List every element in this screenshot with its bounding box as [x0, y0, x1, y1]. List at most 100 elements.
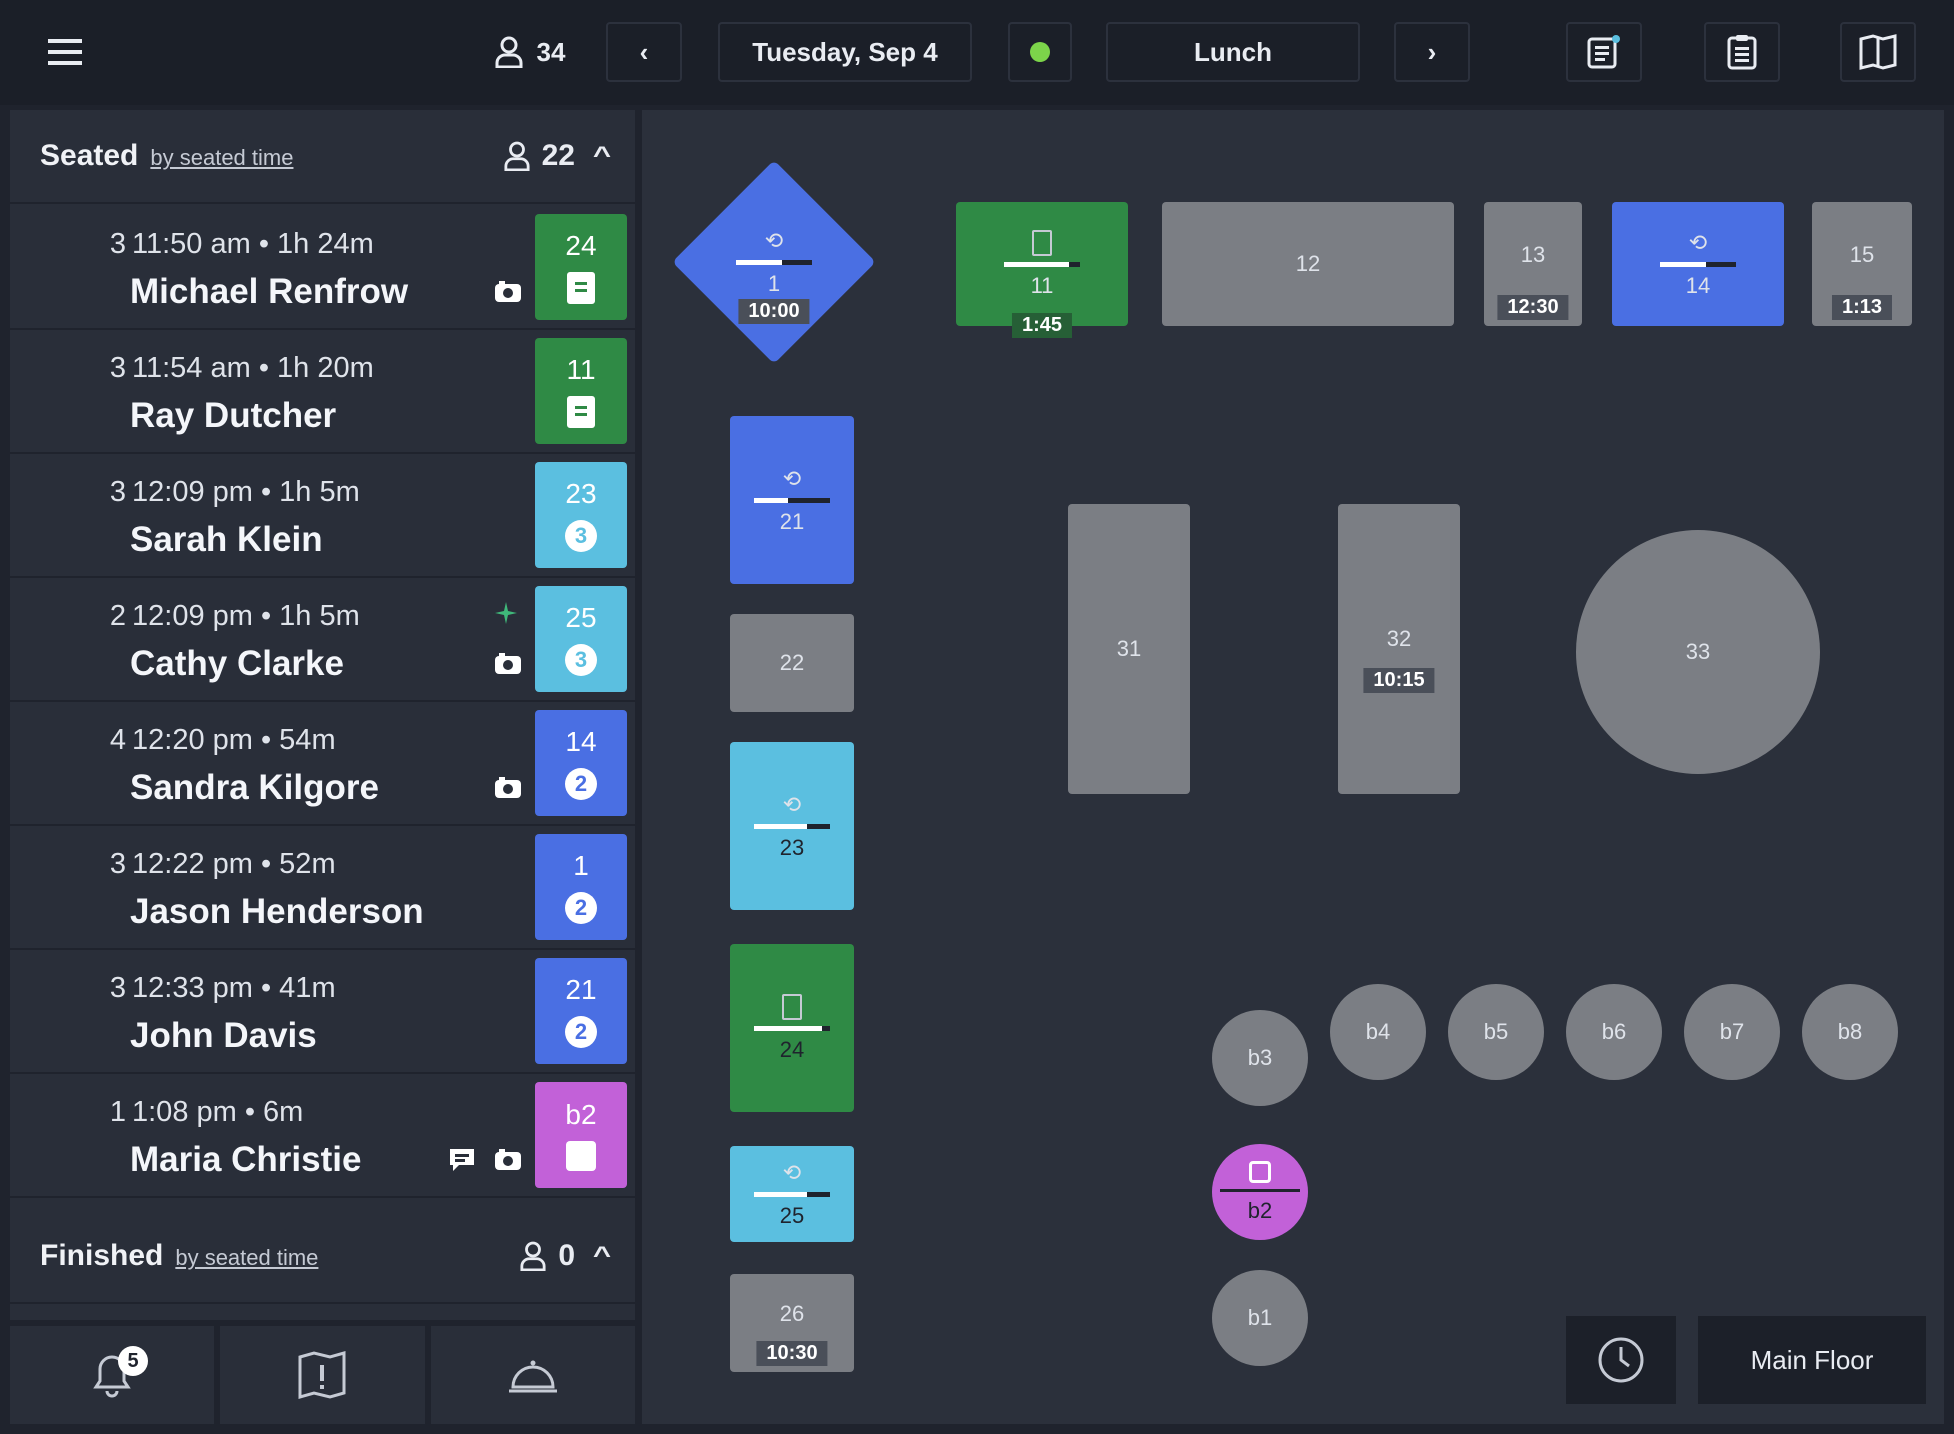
table-26[interactable]: 26 10:30 [730, 1274, 854, 1372]
party-size: 3 [109, 228, 126, 260]
service-bell-icon [508, 1360, 557, 1393]
seated-time: 12:09 pm • 1h 5m [132, 476, 360, 508]
prev-day-button[interactable]: ‹ [606, 22, 682, 82]
table-24[interactable]: 24 [730, 944, 854, 1112]
finished-title: Finished [40, 1239, 164, 1272]
next-day-button[interactable]: › [1394, 22, 1470, 82]
table-23[interactable]: ⟲ 23 [730, 742, 854, 910]
table-number: b5 [1483, 1019, 1509, 1044]
reservation-row[interactable]: 3 12:33 pm • 41m John Davis 21 2 [10, 950, 635, 1074]
finished-sort-link[interactable]: by seated time [175, 1245, 318, 1270]
chat-icon [447, 1146, 477, 1181]
chair-icon [1249, 1160, 1271, 1183]
table-number: 1 [573, 850, 589, 881]
table-b3[interactable]: b3 [1212, 1010, 1308, 1106]
table-b5[interactable]: b5 [1448, 984, 1544, 1080]
menu-icon[interactable] [40, 22, 90, 82]
clipboard-button[interactable] [1704, 22, 1780, 82]
reservation-row[interactable]: 4 12:20 pm • 54m Sandra Kilgore 14 2 [10, 702, 635, 826]
collapse-chevron-icon[interactable]: ^ [593, 142, 611, 170]
seated-title-wrap: Seated by seated time [40, 139, 293, 173]
table-tag[interactable]: 12 [535, 834, 627, 940]
seated-time: 12:33 pm • 41m [132, 972, 336, 1004]
table-21[interactable]: ⟲ 21 [730, 416, 854, 584]
course-badge: 2 [565, 1016, 597, 1048]
table-b6[interactable]: b6 [1566, 984, 1662, 1080]
table-number: 1 [767, 270, 781, 296]
course-badge: 3 [565, 520, 597, 552]
reservation-row[interactable]: 1 1:08 pm • 6m Maria Christie b2 [10, 1074, 635, 1198]
date-selector[interactable]: Tuesday, Sep 4 [718, 22, 972, 82]
book-button[interactable] [1840, 22, 1916, 82]
book-icon [1859, 34, 1897, 70]
party-size: 3 [109, 476, 126, 508]
table-32[interactable]: 32 10:15 [1338, 504, 1460, 794]
reservation-row[interactable]: 2 12:09 pm • 1h 5m Cathy Clarke 25 3 [10, 578, 635, 702]
table-tag[interactable]: 21 2 [535, 958, 627, 1064]
service-bell-button[interactable] [430, 1326, 635, 1424]
status-indicator[interactable] [1008, 22, 1072, 82]
table-number: b4 [1365, 1019, 1391, 1044]
table-number: 14 [565, 726, 597, 757]
reservation-row[interactable]: 3 12:09 pm • 1h 5m Sarah Klein 23 3 [10, 454, 635, 578]
reservation-row[interactable]: 3 12:22 pm • 52m Jason Henderson 1 2 [10, 826, 635, 950]
course-badge: 2 [565, 768, 597, 800]
seated-time: 12:22 pm • 52m [132, 848, 336, 880]
table-number: 14 [1685, 272, 1711, 298]
table-b1[interactable]: b1 [1212, 1270, 1308, 1366]
table-13[interactable]: 13 12:30 [1484, 202, 1582, 326]
table-25[interactable]: ⟲ 25 [730, 1146, 854, 1242]
date-label: Tuesday, Sep 4 [752, 36, 938, 67]
service-selector[interactable]: Lunch [1106, 22, 1360, 82]
camera-icon [493, 278, 523, 311]
progress-bar [754, 497, 830, 503]
seated-sort-link[interactable]: by seated time [150, 145, 293, 170]
floor-selector[interactable]: Main Floor [1698, 1316, 1926, 1404]
collapse-chevron-icon[interactable]: ^ [593, 1242, 611, 1270]
table-number: b7 [1719, 1019, 1745, 1044]
table-tag[interactable]: 14 2 [535, 710, 627, 816]
table-number: 21 [565, 974, 597, 1005]
guest-count-value: 34 [536, 36, 566, 67]
table-timer: 1:45 [1011, 313, 1073, 338]
table-14[interactable]: ⟲ 14 [1612, 202, 1784, 326]
table-tag[interactable]: 11 [535, 338, 627, 444]
table-tag[interactable]: 24 [535, 214, 627, 320]
party-size: 3 [109, 972, 126, 1004]
table-1-label: ⟲ 1 10:00 [702, 172, 846, 352]
table-tag[interactable]: 23 3 [535, 462, 627, 568]
finished-section-header[interactable]: Finished by seated time 0 ^ [10, 1210, 635, 1304]
table-b4[interactable]: b4 [1330, 984, 1426, 1080]
map-alert-icon [298, 1351, 346, 1399]
alerts-map-button[interactable] [220, 1326, 425, 1424]
clipboard-icon [1727, 35, 1757, 70]
guest-name: Maria Christie [130, 1140, 362, 1179]
table-tag[interactable]: b2 [535, 1082, 627, 1188]
notes-button[interactable] [1566, 22, 1642, 82]
table-b2[interactable]: b2 [1212, 1144, 1308, 1240]
reservation-row[interactable]: 3 11:50 am • 1h 24m Michael Renfrow 24 [10, 206, 635, 330]
table-tag[interactable]: 25 3 [535, 586, 627, 692]
finished-count-value: 0 [558, 1239, 575, 1272]
table-b8[interactable]: b8 [1802, 984, 1898, 1080]
seated-section-header[interactable]: Seated by seated time 22 ^ [10, 110, 635, 204]
seated-title: Seated [40, 139, 139, 172]
table-33[interactable]: 33 [1576, 530, 1820, 774]
course-icon: ⟲ [782, 465, 802, 491]
seated-time: 11:50 am • 1h 24m [132, 228, 374, 260]
finished-title-wrap: Finished by seated time [40, 1239, 318, 1273]
table-number: 26 [779, 1301, 805, 1326]
reservation-row[interactable]: 3 11:54 am • 1h 20m Ray Dutcher 11 [10, 330, 635, 454]
table-15[interactable]: 15 1:13 [1812, 202, 1912, 326]
table-11[interactable]: 11 1:45 [956, 202, 1128, 338]
table-22[interactable]: 22 [730, 614, 854, 712]
notifications-button[interactable]: 5 [10, 1326, 215, 1424]
table-b7[interactable]: b7 [1684, 984, 1780, 1080]
table-number: b8 [1837, 1019, 1863, 1044]
person-icon [520, 1241, 546, 1271]
table-number: 12 [1295, 251, 1321, 276]
timeline-button[interactable] [1566, 1316, 1676, 1404]
table-12[interactable]: 12 [1162, 202, 1454, 326]
table-31[interactable]: 31 [1068, 504, 1190, 794]
guest-name: Michael Renfrow [130, 272, 409, 311]
